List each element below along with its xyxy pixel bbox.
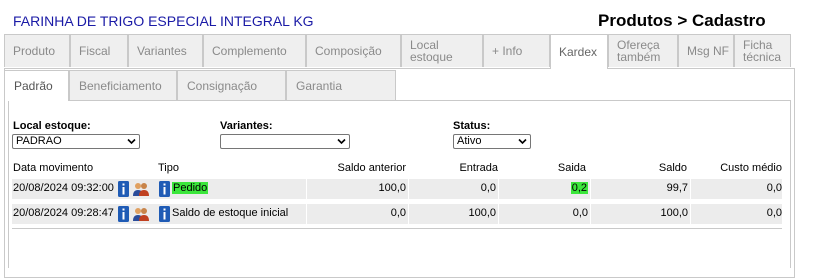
status-value: Ativo bbox=[457, 135, 482, 147]
local-estoque-select[interactable]: PADRAO bbox=[12, 134, 140, 149]
cell-saldo-anterior: 100,0 bbox=[378, 182, 406, 194]
tab-msg-nf[interactable]: Msg NF bbox=[678, 34, 734, 67]
cell-saldo: 99,7 bbox=[666, 182, 688, 194]
variantes-select[interactable] bbox=[220, 134, 350, 149]
info-icon[interactable] bbox=[118, 206, 129, 222]
tab-local-estoque[interactable]: Local estoque bbox=[401, 34, 483, 67]
cell-data: 20/08/2024 09:32:00 bbox=[13, 182, 114, 194]
col-saida: Saida bbox=[557, 162, 586, 174]
info-icon[interactable] bbox=[159, 181, 170, 197]
cell-data: 20/08/2024 09:28:47 bbox=[13, 207, 114, 219]
cell-entrada: 0,0 bbox=[480, 182, 496, 194]
table-header: Data movimento Tipo Saldo anterior Entra… bbox=[12, 161, 782, 175]
users-icon[interactable] bbox=[132, 181, 150, 197]
status-select[interactable]: Ativo bbox=[453, 134, 531, 149]
cell-custo-medio: 0,0 bbox=[766, 207, 782, 219]
col-saldo-anterior: Saldo anterior bbox=[337, 162, 407, 174]
tipo-highlight: Pedido bbox=[172, 182, 209, 194]
col-tipo: Tipo bbox=[158, 162, 179, 174]
table-row[interactable]: 20/08/2024 09:32:00 Pedido 100,0 0,0 0,2… bbox=[12, 179, 782, 199]
variantes-label: Variantes: bbox=[220, 120, 273, 132]
col-saldo: Saldo bbox=[658, 162, 687, 174]
users-icon[interactable] bbox=[132, 206, 150, 222]
cell-saida: 0,0 bbox=[572, 207, 588, 219]
col-entrada: Entrada bbox=[459, 162, 498, 174]
local-estoque-label: Local estoque: bbox=[13, 120, 91, 132]
cell-tipo: Pedido bbox=[172, 182, 209, 194]
tab-produto[interactable]: Produto bbox=[4, 34, 70, 67]
subtab-padrao[interactable]: Padrão bbox=[4, 70, 69, 101]
cell-entrada: 100,0 bbox=[468, 207, 496, 219]
col-data-movimento: Data movimento bbox=[13, 162, 94, 174]
subtab-beneficiamento[interactable]: Beneficiamento bbox=[69, 70, 177, 100]
table-row[interactable]: 20/08/2024 09:28:47 Saldo de estoque ini… bbox=[12, 204, 782, 224]
cell-saldo: 100,0 bbox=[660, 207, 688, 219]
cell-saida: 0,2 bbox=[570, 182, 588, 194]
col-custo-medio: Custo médio bbox=[720, 162, 782, 174]
kardex-table: Data movimento Tipo Saldo anterior Entra… bbox=[12, 161, 782, 229]
tab-complemento[interactable]: Complemento bbox=[203, 34, 306, 67]
status-label: Status: bbox=[453, 120, 491, 132]
product-name: FARINHA DE TRIGO ESPECIAL INTEGRAL KG bbox=[13, 13, 314, 29]
tab-fiscal[interactable]: Fiscal bbox=[70, 34, 128, 67]
chevron-down-icon bbox=[518, 138, 527, 145]
tab-ficha-tecnica[interactable]: Ficha técnica bbox=[734, 34, 791, 67]
cell-saldo-anterior: 0,0 bbox=[390, 207, 406, 219]
cell-tipo: Saldo de estoque inicial bbox=[172, 207, 289, 219]
saida-highlight: 0,2 bbox=[570, 182, 588, 194]
subtab-garantia[interactable]: Garantia bbox=[286, 70, 396, 100]
chevron-down-icon bbox=[337, 138, 346, 145]
tab-variantes[interactable]: Variantes bbox=[128, 34, 203, 67]
tab-kardex[interactable]: Kardex bbox=[550, 34, 608, 69]
tab-mais-info[interactable]: + Info bbox=[483, 34, 550, 67]
local-estoque-value: PADRAO bbox=[16, 135, 62, 147]
tab-ofereca-tambem[interactable]: Ofereça também bbox=[608, 34, 678, 67]
cell-custo-medio: 0,0 bbox=[766, 182, 782, 194]
chevron-down-icon bbox=[127, 138, 136, 145]
page-title: Produtos > Cadastro bbox=[598, 11, 766, 30]
subtab-consignacao[interactable]: Consignação bbox=[177, 70, 286, 100]
info-icon[interactable] bbox=[118, 181, 129, 197]
info-icon[interactable] bbox=[159, 206, 170, 222]
tab-composicao[interactable]: Composição bbox=[306, 34, 401, 67]
